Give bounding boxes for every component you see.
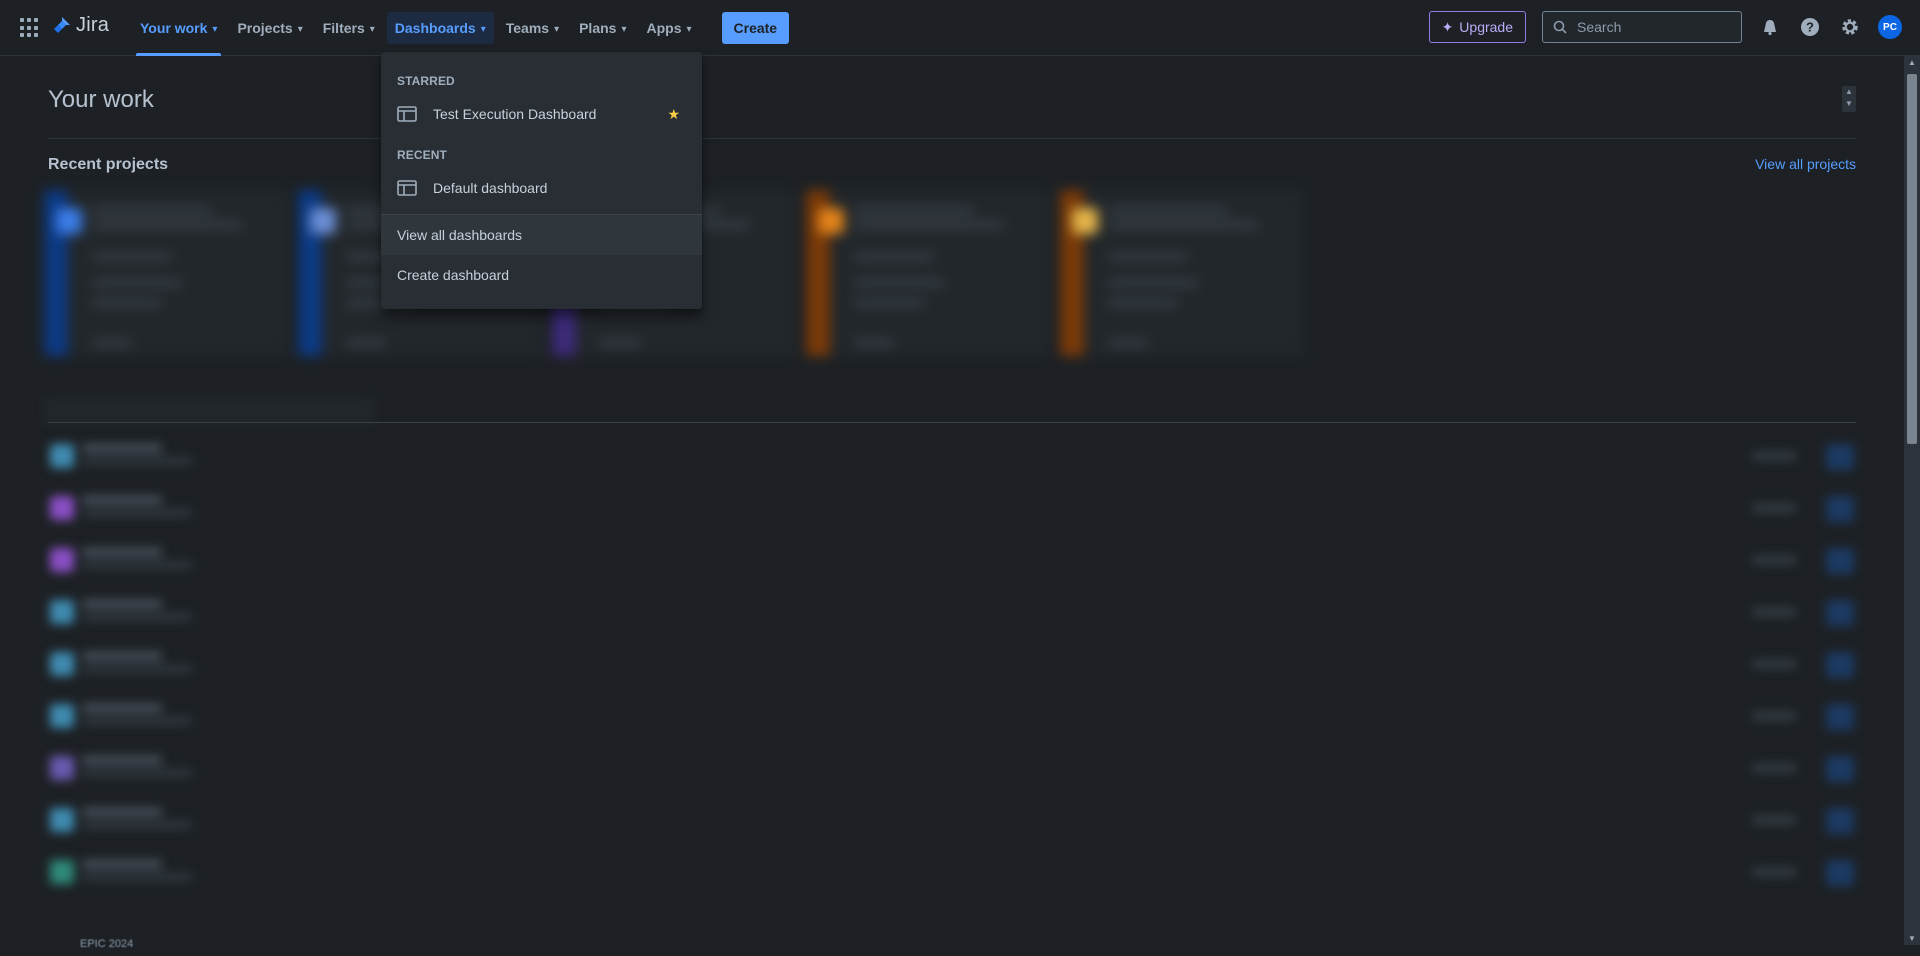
nav-projects[interactable]: Projects ▾ <box>229 12 310 44</box>
divider <box>48 138 1856 139</box>
search-input[interactable] <box>1575 18 1729 36</box>
recent-heading: RECENT <box>397 148 447 162</box>
project-card[interactable] <box>44 190 288 356</box>
svg-text:?: ? <box>1806 20 1814 35</box>
down-arrow-icon: ▼ <box>1845 99 1853 108</box>
work-tabs[interactable] <box>44 398 374 424</box>
list-item[interactable] <box>44 858 1856 888</box>
create-dashboard-link[interactable]: Create dashboard <box>381 255 702 295</box>
right-toolbar: ✦ Upgrade ? <box>1428 11 1902 43</box>
jira-logo[interactable]: Jira <box>52 14 109 37</box>
scroll-up-icon[interactable]: ▲ <box>1904 58 1920 67</box>
list-item[interactable] <box>44 494 1856 524</box>
nav-teams[interactable]: Teams ▾ <box>498 12 567 44</box>
list-item[interactable] <box>44 598 1856 628</box>
list-item[interactable] <box>44 702 1856 732</box>
up-arrow-icon: ▲ <box>1845 87 1853 96</box>
nav-label: Dashboards <box>394 20 476 36</box>
chevron-down-icon: ▾ <box>212 23 218 35</box>
epic-label: EPIC 2024 <box>80 938 134 950</box>
project-card[interactable] <box>1060 190 1304 356</box>
primary-nav: Your work ▾ Projects ▾ Filters ▾ Dashboa… <box>132 12 790 56</box>
list-item[interactable] <box>44 546 1856 576</box>
list-item[interactable] <box>44 650 1856 680</box>
create-button[interactable]: Create <box>721 12 790 44</box>
nav-label: Projects <box>237 20 293 36</box>
dashboard-icon <box>397 104 417 124</box>
logo-text: Jira <box>76 14 110 36</box>
project-card[interactable] <box>806 190 1050 356</box>
dropdown-item-default-dashboard[interactable]: Default dashboard <box>381 170 702 206</box>
dashboards-dropdown: STARRED Test Execution Dashboard ★ RECEN… <box>381 52 702 309</box>
upgrade-label: Upgrade <box>1459 19 1513 35</box>
nav-label: Teams <box>505 20 550 36</box>
nav-apps[interactable]: Apps ▾ <box>638 12 699 44</box>
nav-plans[interactable]: Plans ▾ <box>571 12 634 44</box>
nav-label: Your work <box>140 20 208 36</box>
chevron-down-icon: ▾ <box>621 23 627 35</box>
star-icon[interactable]: ★ <box>667 106 680 123</box>
chevron-down-icon: ▾ <box>480 23 486 35</box>
help-icon[interactable]: ? <box>1798 15 1822 39</box>
nav-label: Filters <box>322 20 365 36</box>
notifications-icon[interactable] <box>1758 15 1782 39</box>
dropdown-item-label: Default dashboard <box>433 180 548 196</box>
starred-heading: STARRED <box>397 74 455 88</box>
top-navigation: Jira Your work ▾ Projects ▾ Filters ▾ Da… <box>0 0 1920 56</box>
list-item[interactable] <box>44 754 1856 784</box>
jira-logo-icon <box>54 16 70 33</box>
scroll-down-icon[interactable]: ▼ <box>1904 934 1920 943</box>
page-title: Your work <box>48 86 154 113</box>
chevron-down-icon: ▾ <box>686 23 692 35</box>
nav-filters[interactable]: Filters ▾ <box>315 12 383 44</box>
dropdown-item-test-execution-dashboard[interactable]: Test Execution Dashboard ★ <box>381 96 702 132</box>
list-item[interactable] <box>44 806 1856 836</box>
sparkle-icon: ✦ <box>1441 18 1454 35</box>
mini-scroll-control[interactable]: ▲ ▼ <box>1842 86 1856 112</box>
work-item-list <box>44 436 1856 956</box>
view-all-projects-link[interactable]: View all projects <box>1755 156 1856 172</box>
settings-gear-icon[interactable] <box>1838 15 1862 39</box>
divider <box>48 422 1856 423</box>
dropdown-item-label: Test Execution Dashboard <box>433 106 597 122</box>
chevron-down-icon: ▾ <box>297 23 303 35</box>
view-all-dashboards-link[interactable]: View all dashboards <box>381 215 702 255</box>
nav-label: Apps <box>646 20 682 36</box>
recent-projects-title: Recent projects <box>48 156 169 173</box>
search-field[interactable] <box>1542 11 1742 43</box>
search-icon <box>1553 20 1567 34</box>
dashboard-icon <box>397 178 417 198</box>
app-switcher-icon[interactable] <box>20 18 40 38</box>
page-scrollbar[interactable]: ▲ ▼ <box>1904 56 1920 945</box>
nav-dashboards[interactable]: Dashboards ▾ <box>386 12 494 44</box>
list-item[interactable] <box>44 442 1856 472</box>
chevron-down-icon: ▾ <box>369 23 375 35</box>
upgrade-button[interactable]: ✦ Upgrade <box>1428 11 1526 43</box>
chevron-down-icon: ▾ <box>554 23 560 35</box>
avatar[interactable]: PC <box>1878 15 1902 39</box>
nav-label: Plans <box>579 20 617 36</box>
scrollbar-thumb[interactable] <box>1907 74 1917 444</box>
nav-your-work[interactable]: Your work ▾ <box>132 12 225 56</box>
